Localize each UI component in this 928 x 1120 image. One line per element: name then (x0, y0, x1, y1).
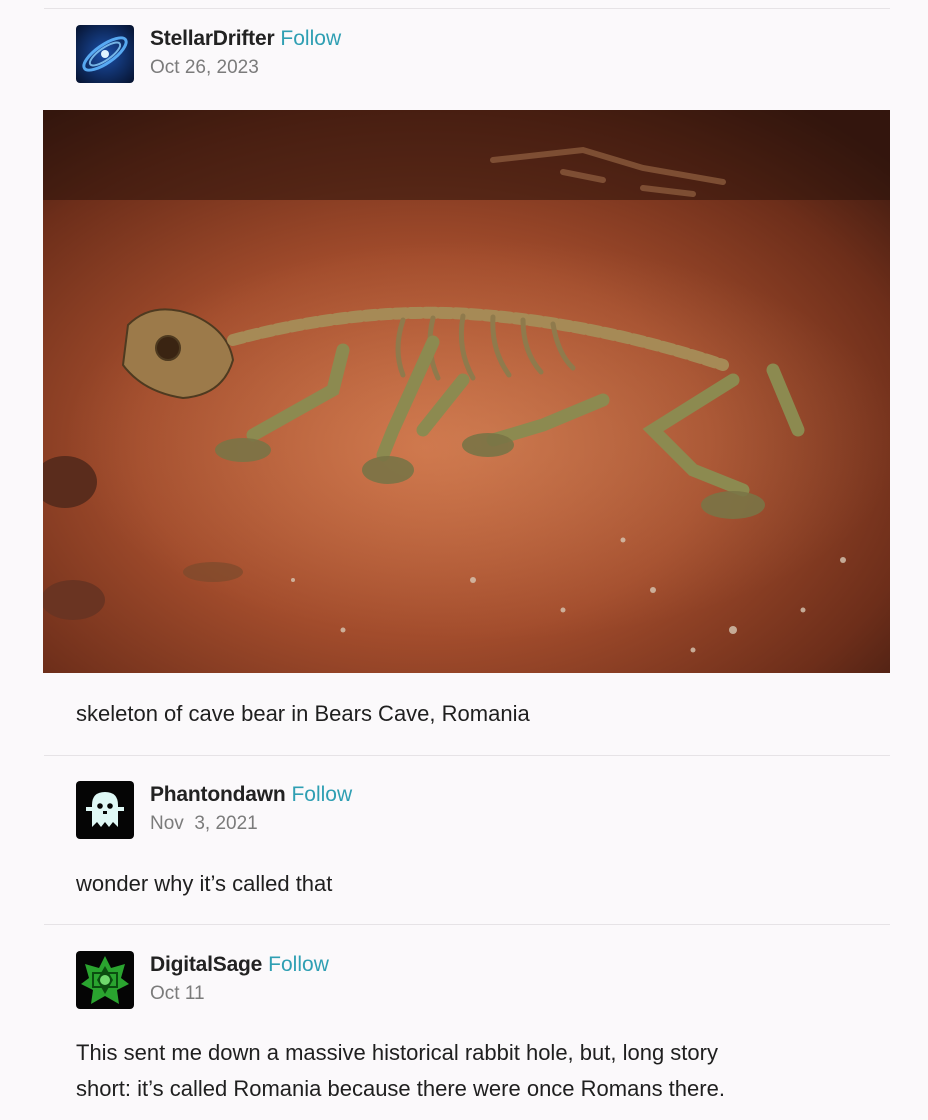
username[interactable]: DigitalSage (150, 953, 262, 976)
divider (44, 924, 890, 925)
post-date[interactable]: Oct 11 (150, 983, 205, 1005)
user-line: StellarDrifter Follow (150, 27, 341, 51)
post-date[interactable]: Oct 26, 2023 (150, 57, 259, 79)
divider (44, 8, 890, 9)
username[interactable]: StellarDrifter (150, 27, 275, 50)
post-caption: wonder why it’s called that (76, 871, 333, 896)
post-caption: skeleton of cave bear in Bears Cave, Rom… (76, 701, 530, 726)
avatar[interactable] (76, 951, 134, 1009)
follow-button[interactable]: Follow (291, 783, 352, 806)
caption-line: short: it’s called Romania because there… (76, 1076, 725, 1101)
galaxy-icon (76, 25, 134, 83)
caption-line: This sent me down a massive historical r… (76, 1040, 718, 1065)
post-date[interactable]: Nov 3, 2021 (150, 813, 258, 835)
cave-bear-skeleton-photo (43, 110, 890, 673)
username[interactable]: Phantondawn (150, 783, 286, 806)
divider (44, 755, 890, 756)
follow-button[interactable]: Follow (268, 953, 329, 976)
follow-button[interactable]: Follow (280, 27, 341, 50)
post-caption: This sent me down a massive historical r… (76, 1035, 725, 1107)
user-line: Phantondawn Follow (150, 783, 352, 807)
user-line: DigitalSage Follow (150, 953, 329, 977)
ghost-icon (76, 781, 134, 839)
avatar[interactable] (76, 25, 134, 83)
avatar[interactable] (76, 781, 134, 839)
green-star-icon (76, 951, 134, 1009)
